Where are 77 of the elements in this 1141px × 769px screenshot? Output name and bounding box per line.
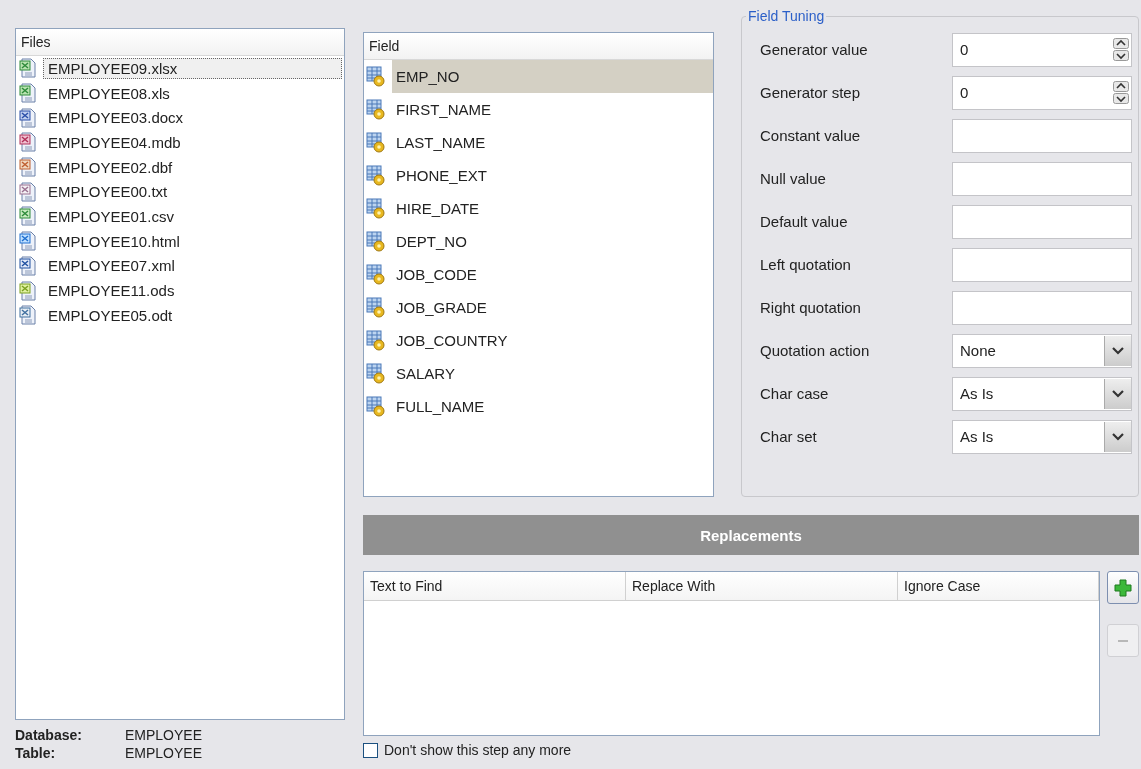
field-item[interactable]: LAST_NAME bbox=[392, 126, 713, 159]
file-item[interactable]: EMPLOYEE02.dbf bbox=[43, 156, 342, 178]
input-field[interactable] bbox=[952, 290, 1132, 325]
spreadsheet-file-icon bbox=[19, 280, 37, 301]
table-gear-icon bbox=[366, 296, 386, 319]
field-label: Left quotation bbox=[760, 256, 852, 273]
field-label: Generator value bbox=[760, 41, 869, 58]
file-item[interactable]: EMPLOYEE11.ods bbox=[43, 280, 342, 302]
input-field[interactable] bbox=[952, 118, 1132, 153]
field-item[interactable]: SALARY bbox=[392, 357, 713, 390]
table-gear-icon bbox=[366, 65, 386, 88]
file-item[interactable]: EMPLOYEE10.html bbox=[43, 230, 342, 252]
group-title: Field Tuning bbox=[747, 8, 826, 24]
column-header[interactable]: Replace With bbox=[626, 572, 898, 600]
file-item[interactable]: EMPLOYEE01.csv bbox=[43, 205, 342, 227]
field-label: Constant value bbox=[760, 127, 862, 144]
dropdown[interactable]: As Is bbox=[952, 376, 1132, 411]
column-header[interactable]: Field bbox=[364, 38, 400, 54]
file-item[interactable]: EMPLOYEE03.docx bbox=[43, 107, 342, 129]
field-item[interactable]: JOB_GRADE bbox=[392, 291, 713, 324]
table-gear-icon bbox=[366, 131, 386, 154]
spreadsheet-file-icon bbox=[19, 83, 37, 104]
table-gear-icon bbox=[366, 362, 386, 385]
number-spinner[interactable]: 0 bbox=[952, 32, 1132, 67]
field-item[interactable]: JOB_COUNTRY bbox=[392, 324, 713, 357]
field-label: Generator step bbox=[760, 84, 862, 101]
file-item[interactable]: EMPLOYEE04.mdb bbox=[43, 131, 342, 153]
section-header: Replacements bbox=[363, 515, 1139, 555]
field-item[interactable]: FULL_NAME bbox=[392, 390, 713, 423]
info-value: EMPLOYEE bbox=[125, 744, 204, 762]
field-item[interactable]: JOB_CODE bbox=[392, 258, 713, 291]
table-gear-icon bbox=[366, 164, 386, 187]
field-label: Default value bbox=[760, 213, 849, 230]
info-value: EMPLOYEE bbox=[125, 726, 204, 744]
table-gear-icon bbox=[366, 329, 386, 352]
info-label: Table: bbox=[15, 744, 57, 762]
file-item[interactable]: EMPLOYEE05.odt bbox=[43, 304, 342, 326]
checkbox-label[interactable]: Don't show this step any more bbox=[384, 742, 572, 758]
field-item[interactable]: DEPT_NO bbox=[392, 225, 713, 258]
input-field[interactable] bbox=[952, 247, 1132, 282]
dropdown[interactable]: None bbox=[952, 333, 1132, 368]
field-item[interactable]: HIRE_DATE bbox=[392, 192, 713, 225]
chevron-down-icon[interactable] bbox=[1104, 335, 1131, 366]
file-item[interactable]: EMPLOYEE00.txt bbox=[43, 181, 342, 203]
table-gear-icon bbox=[366, 230, 386, 253]
plus-icon bbox=[1114, 578, 1132, 597]
file-item[interactable]: EMPLOYEE09.xlsx bbox=[43, 57, 342, 79]
chevron-down-icon[interactable] bbox=[1104, 421, 1131, 452]
field-item[interactable]: FIRST_NAME bbox=[392, 93, 713, 126]
field-label: Null value bbox=[760, 170, 827, 187]
table-gear-icon bbox=[366, 197, 386, 220]
field-label: Right quotation bbox=[760, 299, 862, 316]
add-button[interactable] bbox=[1107, 571, 1139, 604]
field-label: Char set bbox=[760, 428, 818, 445]
table-gear-icon bbox=[366, 98, 386, 121]
field-item[interactable]: PHONE_EXT bbox=[392, 159, 713, 192]
field-label: Char case bbox=[760, 385, 830, 402]
column-header[interactable]: Ignore Case bbox=[898, 572, 1099, 600]
file-item[interactable]: EMPLOYEE08.xls bbox=[43, 82, 342, 104]
spreadsheet-file-icon bbox=[19, 206, 37, 227]
dropdown[interactable]: As Is bbox=[952, 419, 1132, 454]
table-gear-icon bbox=[366, 395, 386, 418]
spreadsheet-file-icon bbox=[19, 58, 37, 79]
checkbox[interactable] bbox=[363, 742, 378, 758]
column-header[interactable]: Files bbox=[16, 34, 51, 50]
input-field[interactable] bbox=[952, 204, 1132, 239]
input-field[interactable] bbox=[952, 161, 1132, 196]
info-label: Database: bbox=[15, 726, 83, 744]
number-spinner[interactable]: 0 bbox=[952, 75, 1132, 110]
chevron-down-icon[interactable] bbox=[1104, 378, 1131, 409]
column-header[interactable]: Text to Find bbox=[364, 572, 626, 600]
spin-arrows-icon[interactable] bbox=[1113, 81, 1129, 104]
spin-arrows-icon[interactable] bbox=[1113, 38, 1129, 61]
field-label: Quotation action bbox=[760, 342, 871, 359]
field-item[interactable]: EMP_NO bbox=[392, 60, 713, 93]
table-gear-icon bbox=[366, 263, 386, 286]
file-item[interactable]: EMPLOYEE07.xml bbox=[43, 255, 342, 277]
